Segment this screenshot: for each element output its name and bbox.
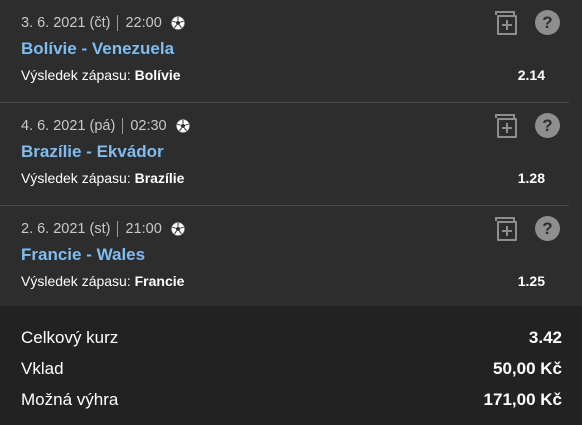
help-icon[interactable]: ? bbox=[534, 9, 561, 36]
market-label-group: Výsledek zápasu: Francie bbox=[21, 273, 184, 289]
market-row: Výsledek zápasu: Brazílie 1.28 bbox=[21, 169, 549, 187]
bet-item: 2. 6. 2021 (st) 21:00 Francie - Wales Vý… bbox=[0, 206, 569, 309]
possible-win-value: 171,00 Kč bbox=[483, 389, 562, 409]
bet-time: 22:00 bbox=[125, 15, 162, 31]
bet-date: 2. 6. 2021 (st) bbox=[21, 221, 111, 237]
bet-date: 3. 6. 2021 (čt) bbox=[21, 15, 111, 31]
match-link[interactable]: Brazílie - Ekvádor bbox=[21, 141, 549, 163]
add-to-ticket-icon[interactable] bbox=[494, 10, 520, 36]
bet-meta: 3. 6. 2021 (čt) 22:00 bbox=[21, 14, 549, 32]
market-row: Výsledek zápasu: Francie 1.25 bbox=[21, 272, 549, 290]
divider bbox=[122, 118, 124, 134]
possible-win-label: Možná výhra bbox=[21, 389, 119, 409]
pick-value: Bolívie bbox=[134, 67, 181, 83]
odds-value: 1.25 bbox=[517, 273, 545, 289]
svg-text:?: ? bbox=[542, 219, 552, 238]
svg-text:?: ? bbox=[542, 13, 552, 32]
bet-item: 4. 6. 2021 (pá) 02:30 Brazílie - Ekvádor… bbox=[0, 103, 569, 206]
svg-text:?: ? bbox=[542, 116, 552, 135]
help-icon[interactable]: ? bbox=[534, 112, 561, 139]
bet-meta: 2. 6. 2021 (st) 21:00 bbox=[21, 220, 549, 238]
bet-time: 21:00 bbox=[125, 221, 162, 237]
total-odds-row: Celkový kurz 3.42 bbox=[21, 322, 562, 353]
soccer-ball-icon bbox=[176, 119, 190, 133]
stake-value: 50,00 Kč bbox=[493, 358, 562, 378]
market-label-group: Výsledek zápasu: Brazílie bbox=[21, 170, 184, 186]
soccer-ball-icon bbox=[171, 16, 185, 30]
bet-item: 3. 6. 2021 (čt) 22:00 Bolívie - Venezuel… bbox=[0, 0, 569, 103]
total-odds-value: 3.42 bbox=[528, 327, 562, 347]
total-odds-label: Celkový kurz bbox=[21, 327, 119, 347]
possible-win-row: Možná výhra 171,00 Kč bbox=[21, 384, 562, 415]
odds-value: 2.14 bbox=[517, 67, 545, 83]
soccer-ball-icon bbox=[171, 222, 185, 236]
divider bbox=[117, 15, 119, 31]
bet-actions: ? bbox=[494, 9, 561, 36]
help-icon[interactable]: ? bbox=[534, 215, 561, 242]
market-row: Výsledek zápasu: Bolívie 2.14 bbox=[21, 66, 549, 84]
market-label: Výsledek zápasu: bbox=[21, 170, 135, 186]
bet-actions: ? bbox=[494, 112, 561, 139]
stake-label: Vklad bbox=[21, 358, 64, 378]
match-link[interactable]: Bolívie - Venezuela bbox=[21, 38, 549, 60]
market-label: Výsledek zápasu: bbox=[21, 273, 135, 289]
odds-value: 1.28 bbox=[517, 170, 545, 186]
market-label-group: Výsledek zápasu: Bolívie bbox=[21, 67, 181, 83]
pick-value: Brazílie bbox=[134, 170, 185, 186]
bet-actions: ? bbox=[494, 215, 561, 242]
ticket-summary: Celkový kurz 3.42 Vklad 50,00 Kč Možná v… bbox=[0, 306, 582, 425]
bet-meta: 4. 6. 2021 (pá) 02:30 bbox=[21, 117, 549, 135]
market-label: Výsledek zápasu: bbox=[21, 67, 135, 83]
bet-slip: 3. 6. 2021 (čt) 22:00 Bolívie - Venezuel… bbox=[0, 0, 582, 309]
bet-date: 4. 6. 2021 (pá) bbox=[21, 118, 116, 134]
stake-row: Vklad 50,00 Kč bbox=[21, 353, 562, 384]
bet-time: 02:30 bbox=[130, 118, 167, 134]
add-to-ticket-icon[interactable] bbox=[494, 113, 520, 139]
match-link[interactable]: Francie - Wales bbox=[21, 244, 549, 266]
add-to-ticket-icon[interactable] bbox=[494, 216, 520, 242]
pick-value: Francie bbox=[134, 273, 185, 289]
divider bbox=[117, 221, 119, 237]
